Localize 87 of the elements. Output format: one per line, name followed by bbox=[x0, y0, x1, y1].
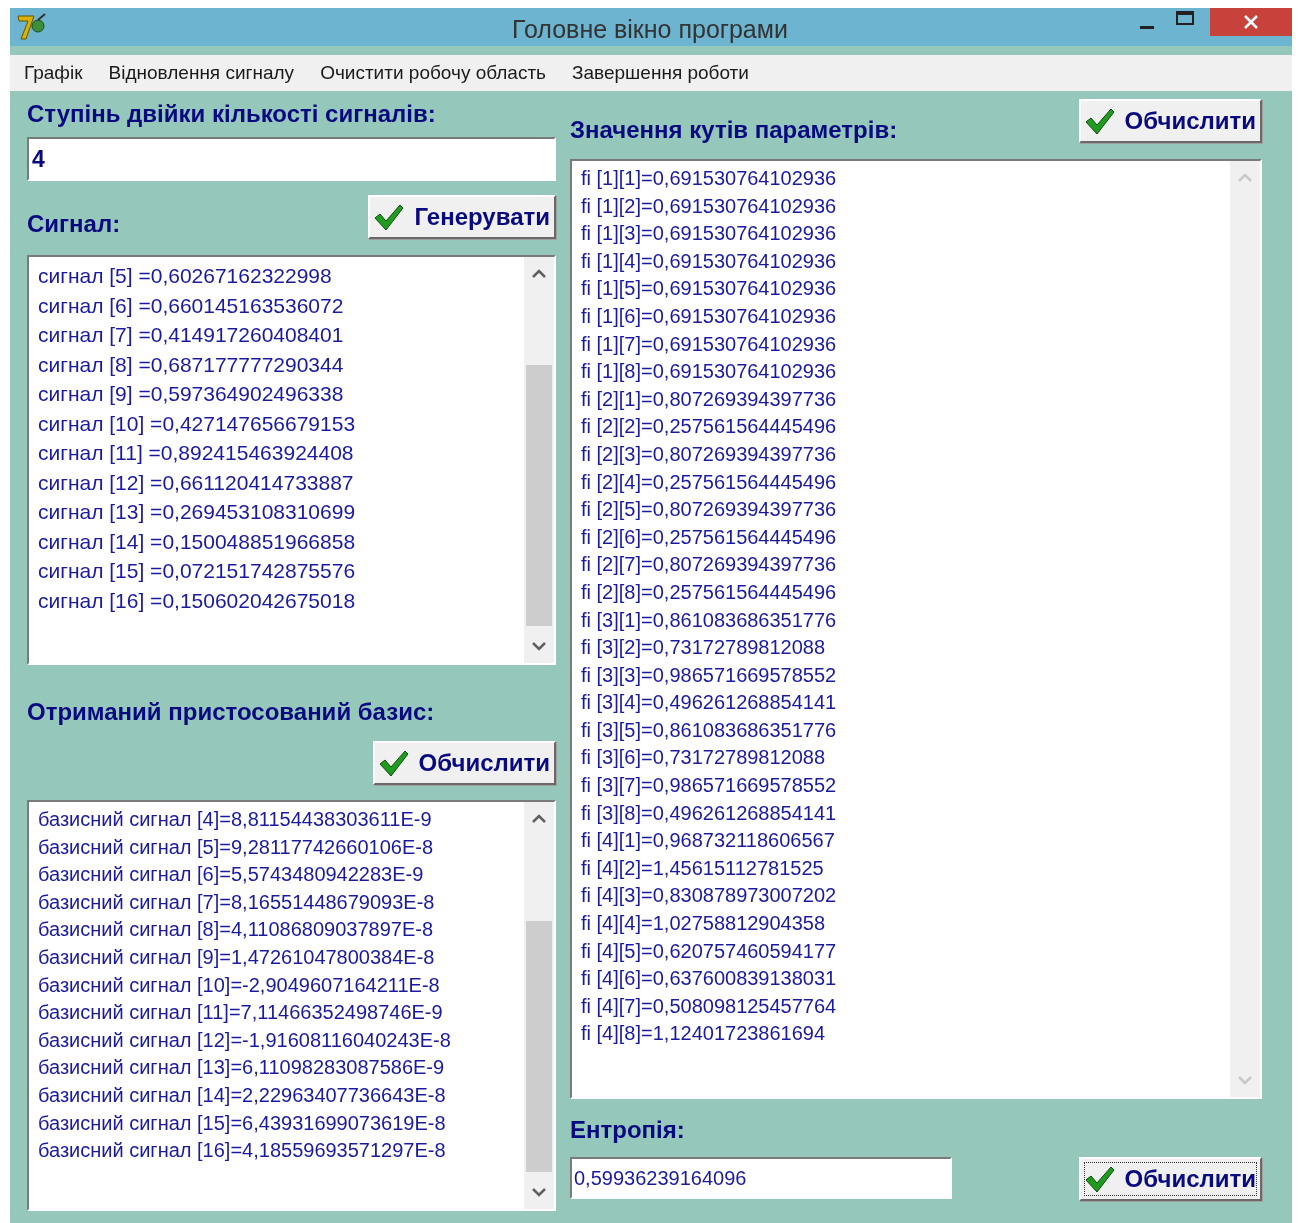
menu-item[interactable]: Графік bbox=[24, 58, 83, 88]
list-item[interactable]: fi [2][5]=0,807269394397736 bbox=[581, 496, 1230, 524]
input-field[interactable]: 4 bbox=[27, 137, 556, 181]
list-item[interactable]: fi [1][1]=0,691530764102936 bbox=[581, 165, 1230, 193]
scroll-thumb[interactable] bbox=[526, 920, 552, 1172]
list-item[interactable]: базисний сигнал [15]=6,43931699073619E-8 bbox=[38, 1109, 524, 1138]
list-item[interactable]: базисний сигнал [16]=4,18559693571297E-8 bbox=[38, 1137, 524, 1165]
checkmark-icon bbox=[374, 203, 405, 231]
list-item[interactable]: fi [1][2]=0,691530764102936 bbox=[581, 192, 1230, 221]
list-item[interactable]: fi [1][5]=0,691530764102936 bbox=[581, 275, 1230, 303]
checkmark-icon bbox=[378, 749, 409, 777]
list-item[interactable]: сигнал [13] =0,269453108310699 bbox=[38, 497, 524, 527]
section-label: Сигнал: bbox=[27, 209, 121, 239]
calculate-button[interactable]: Обчислити bbox=[1078, 99, 1262, 143]
calculate-button[interactable]: Генерувати bbox=[368, 195, 556, 239]
list-item[interactable]: fi [3][8]=0,496261268854141 bbox=[581, 799, 1230, 828]
list-item[interactable]: fi [1][8]=0,691530764102936 bbox=[581, 358, 1230, 386]
list-item[interactable]: сигнал [5] =0,60267162322998 bbox=[38, 261, 524, 291]
list-box[interactable] bbox=[27, 800, 556, 1211]
section-label: Отриманий пристосований базис: bbox=[27, 697, 436, 727]
list-item[interactable]: fi [1][4]=0,691530764102936 bbox=[581, 247, 1230, 276]
list-item[interactable]: fi [2][2]=0,257561564445496 bbox=[581, 413, 1230, 441]
list-item[interactable]: fi [2][6]=0,257561564445496 bbox=[581, 523, 1230, 552]
list-item[interactable]: fi [3][1]=0,861083686351776 bbox=[581, 606, 1230, 635]
section-label: Ступінь двійки кількості сигналів: bbox=[27, 99, 437, 129]
list-item[interactable]: fi [2][8]=0,257561564445496 bbox=[581, 578, 1230, 607]
list-box[interactable] bbox=[27, 255, 556, 665]
list-item[interactable]: fi [4][8]=1,12401723861694 bbox=[581, 1020, 1230, 1048]
list-item[interactable]: fi [4][2]=1,45615112781525 bbox=[581, 854, 1230, 883]
list-item[interactable]: базисний сигнал [8]=4,11086809037897E-8 bbox=[38, 916, 524, 944]
list-item[interactable]: базисний сигнал [4]=8,81154438303611E-9 bbox=[38, 806, 524, 834]
list-item[interactable]: базисний сигнал [12]=-1,91608116040243E-8 bbox=[38, 1026, 524, 1055]
list-item[interactable]: fi [4][1]=0,968732118606567 bbox=[581, 827, 1230, 855]
section-label: Ентропія: bbox=[570, 1115, 686, 1145]
checkmark-icon bbox=[1084, 107, 1115, 135]
window-title: Головне вікно програми bbox=[511, 14, 789, 45]
list-item[interactable]: сигнал [11] =0,892415463924408 bbox=[38, 438, 524, 468]
scroll-thumb[interactable] bbox=[526, 365, 552, 626]
input-field[interactable]: 0,59936239164096 bbox=[570, 1157, 952, 1199]
list-item[interactable]: fi [3][4]=0,496261268854141 bbox=[581, 689, 1230, 717]
close-button[interactable] bbox=[1210, 8, 1292, 36]
close-icon bbox=[1243, 15, 1259, 29]
list-item[interactable]: fi [1][6]=0,691530764102936 bbox=[581, 302, 1230, 331]
list-item[interactable]: fi [3][2]=0,73172789812088 bbox=[581, 634, 1230, 662]
checkmark-icon bbox=[1084, 1165, 1115, 1193]
list-box[interactable] bbox=[570, 159, 1262, 1099]
list-item[interactable]: сигнал [7] =0,414917260408401 bbox=[38, 320, 524, 350]
list-item[interactable]: сигнал [14] =0,150048851966858 bbox=[38, 526, 524, 556]
scrollbar[interactable] bbox=[524, 802, 554, 1209]
list-item[interactable]: базисний сигнал [6]=5,5743480942283E-9 bbox=[38, 861, 524, 889]
scrollbar[interactable] bbox=[524, 257, 554, 663]
list-item[interactable]: fi [2][4]=0,257561564445496 bbox=[581, 468, 1230, 497]
list-item[interactable]: fi [3][7]=0,986571669578552 bbox=[581, 772, 1230, 800]
section-label: Значення кутів параметрів: bbox=[570, 115, 898, 145]
list-item[interactable]: сигнал [9] =0,597364902496338 bbox=[38, 379, 524, 409]
menu-item[interactable]: Очистити робочу область bbox=[320, 58, 547, 88]
list-item[interactable]: базисний сигнал [9]=1,47261047800384E-8 bbox=[38, 943, 524, 972]
list-item[interactable]: сигнал [12] =0,661120414733887 bbox=[38, 467, 524, 497]
list-item[interactable]: fi [4][6]=0,637600839138031 bbox=[581, 965, 1230, 993]
list-item[interactable]: базисний сигнал [5]=9,28117742660106E-8 bbox=[38, 833, 524, 862]
list-item[interactable]: базисний сигнал [13]=6,11098283087586E-9 bbox=[38, 1054, 524, 1082]
list-item[interactable]: fi [4][5]=0,620757460594177 bbox=[581, 937, 1230, 966]
calculate-button[interactable]: Обчислити bbox=[372, 741, 556, 785]
list-item[interactable]: сигнал [6] =0,660145163536072 bbox=[38, 290, 524, 320]
menu-item[interactable]: Відновлення сигналу bbox=[108, 58, 295, 88]
list-item[interactable]: fi [3][6]=0,73172789812088 bbox=[581, 744, 1230, 773]
list-item[interactable]: fi [4][7]=0,508098125457764 bbox=[581, 992, 1230, 1021]
list-item[interactable]: fi [2][1]=0,807269394397736 bbox=[581, 385, 1230, 414]
list-item[interactable]: сигнал [8] =0,687177777290344 bbox=[38, 349, 524, 379]
list-item[interactable]: базисний сигнал [11]=7,11466352498746E-9 bbox=[38, 999, 524, 1027]
app-icon bbox=[16, 13, 48, 41]
list-item[interactable]: fi [1][7]=0,691530764102936 bbox=[581, 330, 1230, 359]
list-item[interactable]: fi [2][7]=0,807269394397736 bbox=[581, 551, 1230, 579]
list-item[interactable]: fi [4][4]=1,02758812904358 bbox=[581, 910, 1230, 938]
list-item[interactable]: fi [4][3]=0,830878973007202 bbox=[581, 882, 1230, 911]
list-item[interactable]: fi [1][3]=0,691530764102936 bbox=[581, 220, 1230, 248]
list-item[interactable]: fi [3][5]=0,861083686351776 bbox=[581, 716, 1230, 745]
list-item[interactable]: сигнал [10] =0,427147656679153 bbox=[38, 408, 524, 438]
list-item[interactable]: базисний сигнал [10]=-2,9049607164211E-8 bbox=[38, 971, 524, 1000]
list-item[interactable]: базисний сигнал [14]=2,22963407736643E-8 bbox=[38, 1081, 524, 1110]
list-item[interactable]: fi [3][3]=0,986571669578552 bbox=[581, 661, 1230, 690]
list-item[interactable]: базисний сигнал [7]=8,16551448679093E-8 bbox=[38, 888, 524, 917]
list-item[interactable]: сигнал [15] =0,072151742875576 bbox=[38, 556, 524, 586]
calculate-button[interactable]: Обчислити bbox=[1078, 1157, 1262, 1201]
list-item[interactable]: fi [2][3]=0,807269394397736 bbox=[581, 440, 1230, 469]
list-item[interactable]: сигнал [16] =0,150602042675018 bbox=[38, 585, 524, 615]
menu-item[interactable]: Завершення роботи bbox=[572, 58, 749, 88]
